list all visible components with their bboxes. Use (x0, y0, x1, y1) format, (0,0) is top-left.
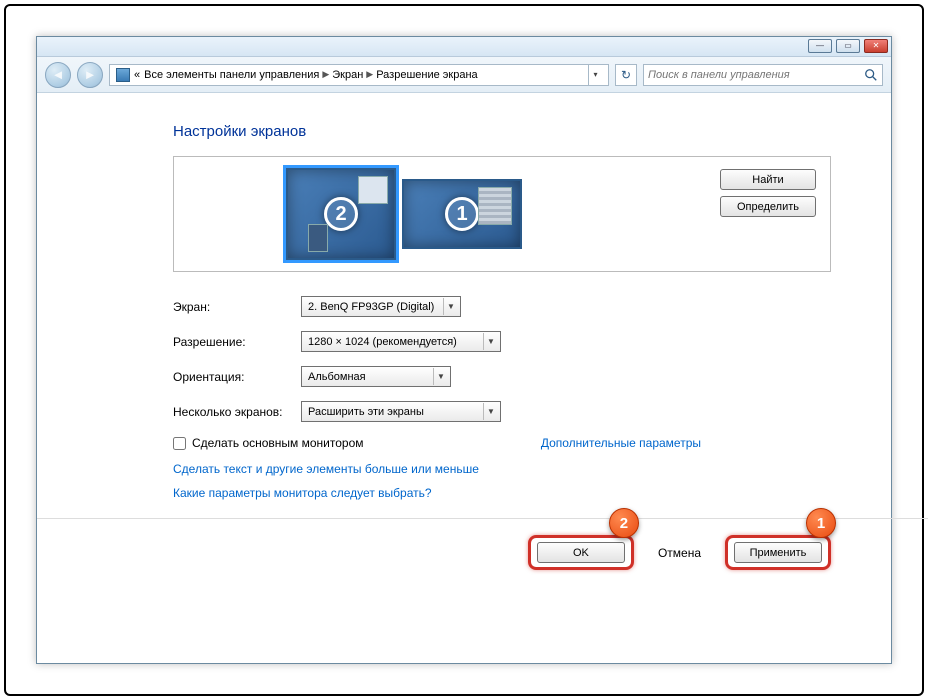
bc-prefix: « (134, 69, 140, 81)
chevron-down-icon: ▼ (483, 333, 498, 350)
cancel-button[interactable]: Отмена (650, 546, 709, 560)
monitor-2[interactable]: 2 (286, 168, 396, 260)
nav-forward-button[interactable]: ► (77, 62, 103, 88)
bc-item-2[interactable]: Экран (332, 69, 363, 81)
screen-select[interactable]: 2. BenQ FP93GP (Digital) ▼ (301, 296, 461, 317)
search-icon (864, 68, 878, 82)
chevron-down-icon: ▼ (443, 298, 458, 315)
find-button[interactable]: Найти (720, 169, 816, 190)
maximize-button[interactable]: ▭ (836, 39, 860, 53)
bc-item-1[interactable]: Все элементы панели управления (144, 69, 319, 81)
monitor-decor (308, 224, 328, 252)
primary-monitor-label: Сделать основным монитором (192, 436, 364, 450)
multi-display-select[interactable]: Расширить эти экраны ▼ (301, 401, 501, 422)
content-area: Настройки экранов 2 1 Найти Определить Э… (37, 93, 891, 663)
orientation-value: Альбомная (308, 371, 366, 383)
monitor-decor (358, 176, 388, 204)
apply-button[interactable]: Применить (734, 542, 822, 563)
monitor-2-badge: 2 (324, 197, 358, 231)
titlebar: — ▭ ✕ (37, 37, 891, 57)
control-panel-window: — ▭ ✕ ◄ ► « Все элементы панели управлен… (36, 36, 892, 664)
refresh-button[interactable]: ↻ (615, 64, 637, 86)
multi-value: Расширить эти экраны (308, 406, 424, 418)
monitor-1[interactable]: 1 (402, 179, 522, 249)
identify-button[interactable]: Определить (720, 196, 816, 217)
dialog-buttons: 2 OK Отмена 1 Применить (173, 519, 891, 570)
minimize-button[interactable]: — (808, 39, 832, 53)
search-input[interactable] (648, 69, 864, 81)
chevron-right-icon: ▶ (319, 69, 332, 80)
breadcrumb[interactable]: « Все элементы панели управления ▶ Экран… (109, 64, 609, 86)
label-multi: Несколько экранов: (173, 405, 301, 419)
advanced-settings-link[interactable]: Дополнительные параметры (541, 436, 701, 450)
search-box[interactable] (643, 64, 883, 86)
control-panel-icon (116, 68, 130, 82)
callout-2: 2 (609, 508, 639, 538)
callout-1: 1 (806, 508, 836, 538)
primary-monitor-checkbox[interactable] (173, 437, 186, 450)
label-orientation: Ориентация: (173, 370, 301, 384)
highlight-ok: 2 OK (528, 535, 634, 570)
label-resolution: Разрешение: (173, 335, 301, 349)
breadcrumb-dropdown[interactable]: ▾ (588, 65, 602, 85)
resolution-value: 1280 × 1024 (рекомендуется) (308, 336, 457, 348)
monitor-decor (478, 187, 512, 225)
monitor-1-badge: 1 (445, 197, 479, 231)
screen-value: 2. BenQ FP93GP (Digital) (308, 301, 434, 313)
ok-button[interactable]: OK (537, 542, 625, 563)
highlight-apply: 1 Применить (725, 535, 831, 570)
display-arrangement-box: 2 1 Найти Определить (173, 156, 831, 272)
close-button[interactable]: ✕ (864, 39, 888, 53)
page-title: Настройки экранов (173, 123, 831, 140)
text-size-link[interactable]: Сделать текст и другие элементы больше и… (173, 462, 831, 476)
nav-back-button[interactable]: ◄ (45, 62, 71, 88)
resolution-select[interactable]: 1280 × 1024 (рекомендуется) ▼ (301, 331, 501, 352)
orientation-select[interactable]: Альбомная ▼ (301, 366, 451, 387)
chevron-right-icon: ▶ (363, 69, 376, 80)
chevron-down-icon: ▼ (433, 368, 448, 385)
which-settings-link[interactable]: Какие параметры монитора следует выбрать… (173, 486, 831, 500)
navbar: ◄ ► « Все элементы панели управления ▶ Э… (37, 57, 891, 93)
label-screen: Экран: (173, 300, 301, 314)
bc-item-3[interactable]: Разрешение экрана (376, 69, 477, 81)
chevron-down-icon: ▼ (483, 403, 498, 420)
